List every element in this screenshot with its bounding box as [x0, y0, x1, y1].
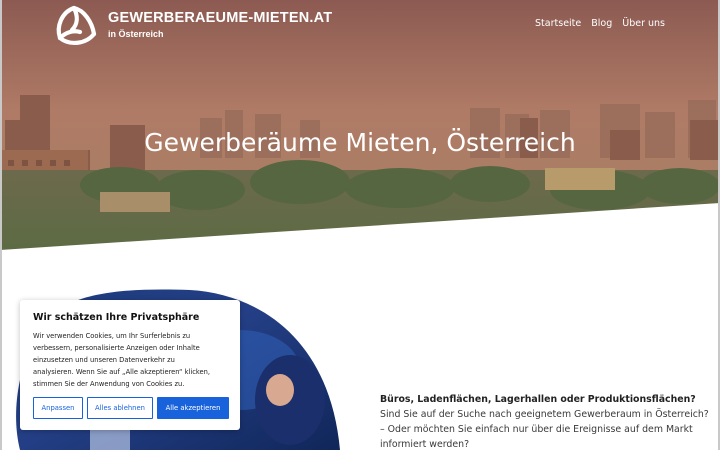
triskelion-logo-icon[interactable]	[48, 2, 100, 50]
nav-item-startseite[interactable]: Startseite	[535, 18, 581, 29]
intro-line: informiert werden?	[380, 439, 470, 450]
intro-text: Büros, Ladenflächen, Lagerhallen oder Pr…	[380, 392, 710, 450]
cookie-message-line: Wir verwenden Cookies, um Ihr Surferlebn…	[33, 332, 191, 340]
cookie-message-line: analysieren. Wenn Sie auf „Alle akzeptie…	[33, 368, 211, 376]
hero-header: GEWERBERAEUME-MIETEN.AT in Österreich St…	[0, 0, 720, 250]
main-nav: Startseite Blog Über uns	[535, 18, 665, 29]
cookie-title: Wir schätzen Ihre Privatsphäre	[33, 312, 200, 323]
site-brand-subtitle: in Österreich	[108, 29, 164, 39]
cookie-message-line: einzusetzen und unseren Datenverkehr zu	[33, 356, 175, 364]
intro-line: – Oder möchten Sie einfach nur über die …	[380, 424, 693, 435]
customize-button[interactable]: Anpassen	[33, 397, 83, 419]
cookie-message-line: stimmen Sie der Anwendung von Cookies zu…	[33, 380, 185, 388]
site-brand-name[interactable]: GEWERBERAEUME-MIETEN.AT	[108, 10, 332, 26]
cookie-message-line: verbessern, personalisierte Anzeigen ode…	[33, 344, 200, 352]
cookie-consent-dialog: Wir schätzen Ihre Privatsphäre Wir verwe…	[20, 300, 240, 430]
nav-item-blog[interactable]: Blog	[591, 18, 612, 29]
reject-all-button[interactable]: Alles ablehnen	[87, 397, 153, 419]
intro-line: Sind Sie auf der Suche nach geeignetem G…	[380, 409, 709, 420]
nav-item-ueber-uns[interactable]: Über uns	[622, 18, 665, 29]
intro-lead: Büros, Ladenflächen, Lagerhallen oder Pr…	[380, 394, 696, 405]
cookie-button-row: Anpassen Alles ablehnen Alle akzeptieren	[33, 397, 229, 419]
cookie-message: Wir verwenden Cookies, um Ihr Surferlebn…	[33, 330, 233, 390]
accept-all-button[interactable]: Alle akzeptieren	[157, 397, 229, 419]
hero-title: Gewerberäume Mieten, Österreich	[144, 128, 576, 157]
